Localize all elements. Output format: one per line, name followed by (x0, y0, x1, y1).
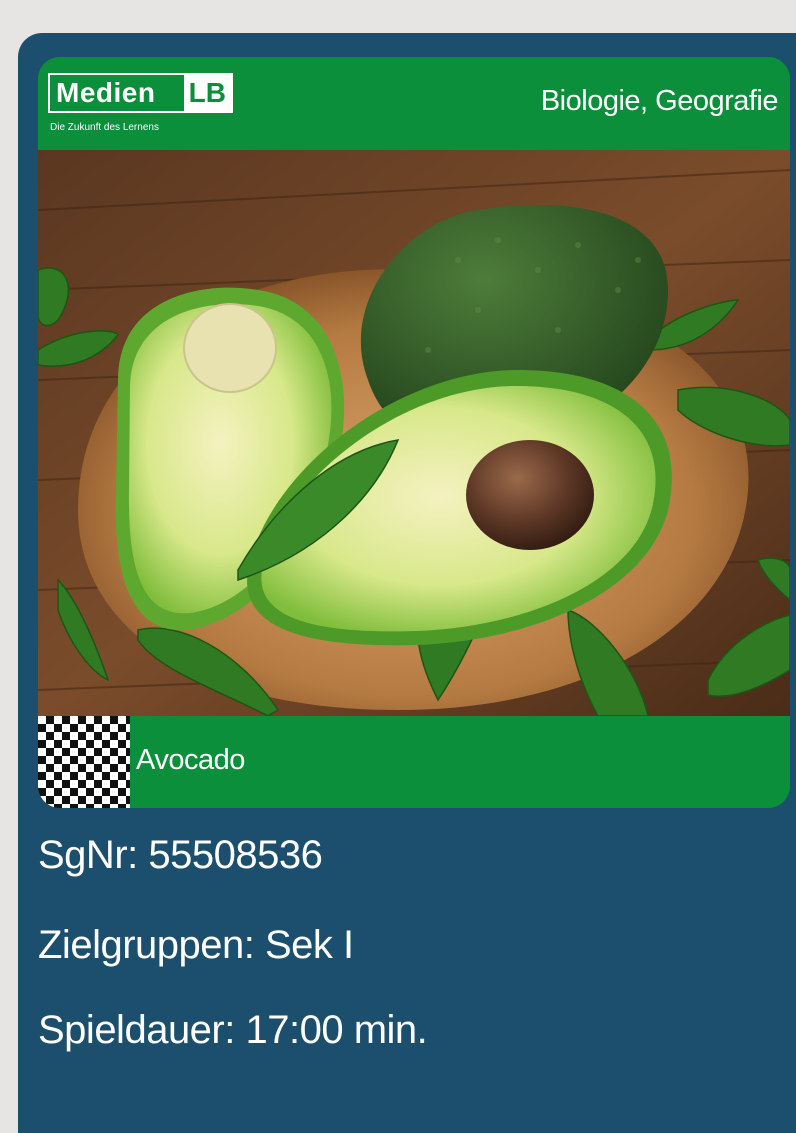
logo-tagline: Die Zukunft des Lernens (50, 122, 159, 133)
sgnr-label: SgNr: 55508536 (38, 833, 323, 877)
avocado-photo (38, 150, 790, 716)
media-title: Avocado (136, 744, 245, 776)
qr-code-icon (38, 716, 130, 808)
medienlb-logo: Medien LB (48, 73, 233, 113)
zielgruppen-label: Zielgruppen: Sek I (38, 923, 354, 967)
logo-text-lb: LB (183, 75, 231, 111)
thumbnail-header: Medien LB Die Zukunft des Lernens Biolog… (38, 57, 790, 150)
subject-label: Biologie, Geografie (540, 85, 779, 117)
media-thumbnail[interactable]: Medien LB Die Zukunft des Lernens Biolog… (38, 57, 790, 808)
logo-text-medien: Medien (56, 77, 156, 108)
thumbnail-footer: Avocado (38, 716, 790, 808)
spieldauer-label: Spieldauer: 17:00 min. (38, 1008, 428, 1052)
media-card[interactable]: Medien LB Die Zukunft des Lernens Biolog… (18, 33, 796, 1133)
